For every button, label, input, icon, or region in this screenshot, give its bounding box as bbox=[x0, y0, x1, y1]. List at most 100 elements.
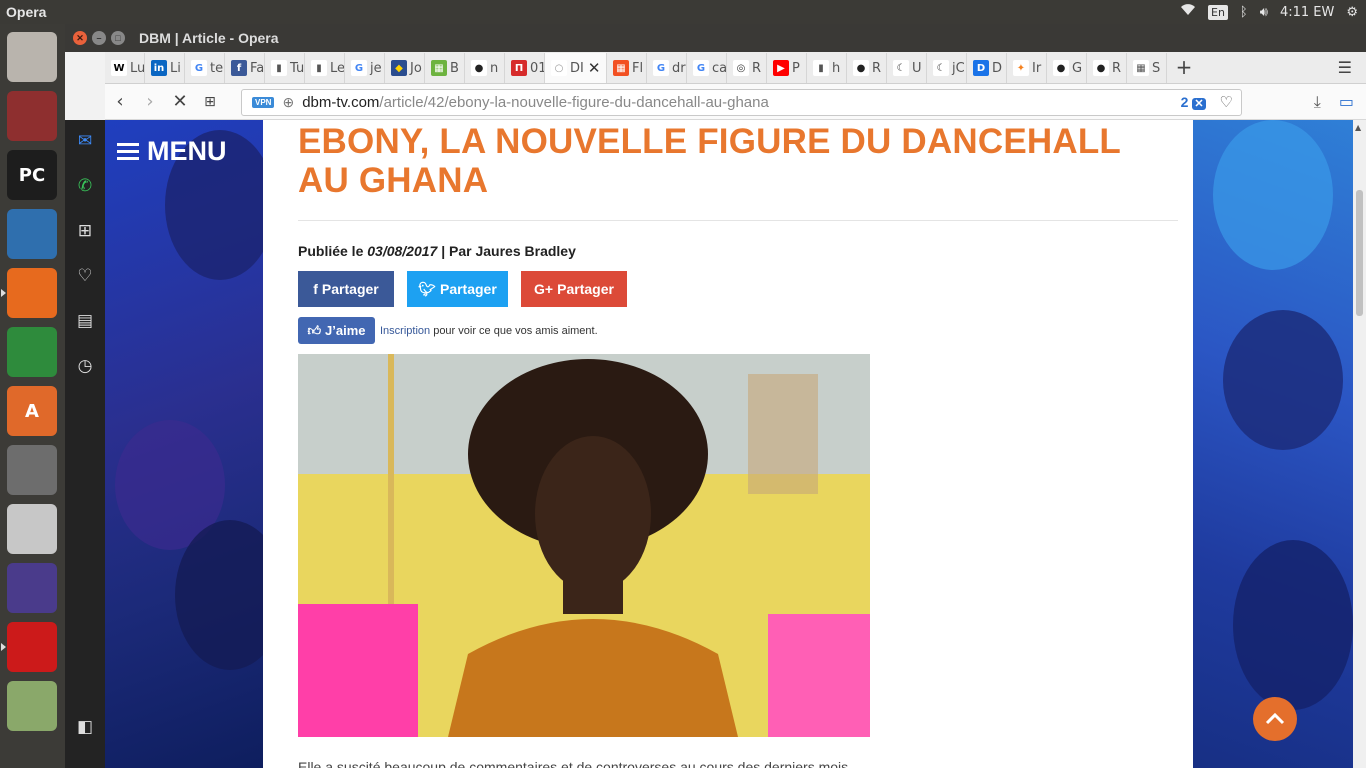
launcher-firefox-icon[interactable] bbox=[1, 268, 57, 318]
tab[interactable]: Gca bbox=[687, 53, 727, 83]
speed-dial-icon[interactable]: ⊞ bbox=[74, 220, 96, 242]
launcher-libreoffice-calc-icon[interactable] bbox=[7, 327, 57, 377]
wifi-icon[interactable] bbox=[1180, 4, 1196, 20]
tab-favicon-icon: ● bbox=[1053, 60, 1069, 76]
tab-favicon-icon: ◎ bbox=[733, 60, 749, 76]
speed-dial-grid-icon[interactable]: ⊞ bbox=[195, 94, 225, 110]
launcher-pycharm-icon[interactable]: PC bbox=[7, 150, 57, 200]
tab[interactable]: Gje bbox=[345, 53, 385, 83]
tab-label: jC bbox=[952, 60, 965, 76]
tab-favicon-icon: ● bbox=[471, 60, 487, 76]
launcher-ubuntu-dash-icon[interactable] bbox=[7, 32, 57, 82]
vpn-badge[interactable]: VPN bbox=[252, 97, 275, 108]
tab[interactable]: W Lu bbox=[105, 53, 145, 83]
launcher-opera-icon[interactable] bbox=[1, 622, 57, 672]
like-label: J’aime bbox=[325, 323, 366, 338]
tab[interactable]: ● G bbox=[1047, 53, 1087, 83]
tab[interactable]: ● R bbox=[847, 53, 887, 83]
whatsapp-icon[interactable]: ✆ bbox=[74, 175, 96, 197]
launcher-files-icon[interactable] bbox=[7, 91, 57, 141]
tab-label: ca bbox=[712, 60, 727, 76]
tab[interactable]: f Fa bbox=[225, 53, 265, 83]
launcher-workspace-switcher-icon[interactable] bbox=[7, 681, 57, 731]
tab-label: R bbox=[752, 60, 762, 76]
tab[interactable]: ▦ S bbox=[1127, 53, 1167, 83]
bookmarks-heart-icon[interactable]: ♡ bbox=[74, 265, 96, 287]
tab-favicon-icon: f bbox=[231, 60, 247, 76]
scrollbar-thumb[interactable] bbox=[1356, 190, 1363, 316]
tab[interactable]: ▮ Tu bbox=[265, 53, 305, 83]
launcher-software-center-icon[interactable]: A bbox=[7, 386, 57, 436]
tab[interactable]: ▮ h bbox=[807, 53, 847, 83]
maximize-window-icon[interactable]: □ bbox=[111, 31, 125, 45]
forward-button[interactable]: › bbox=[135, 91, 165, 112]
gear-icon[interactable]: ⚙ bbox=[1346, 5, 1358, 20]
tab[interactable]: ▶ P bbox=[767, 53, 807, 83]
heart-bookmark-icon[interactable]: ♡ bbox=[1220, 93, 1233, 111]
tab-favicon-icon: ▶ bbox=[773, 60, 789, 76]
facebook-share-button[interactable]: f Partager bbox=[298, 271, 394, 307]
tab[interactable]: in Li bbox=[145, 53, 185, 83]
tab-strip: W Lu in Li Gte f Fa ▮ Tu ▮ Le Gje ◆ Jo ▦ B ● n П 01 ○ DI ✕ ▦ Fl G… bbox=[105, 52, 1366, 84]
signup-link[interactable]: Inscription bbox=[380, 325, 430, 337]
tab-favicon-icon: in bbox=[151, 60, 167, 76]
page-scrollbar[interactable]: ▲ bbox=[1353, 120, 1366, 768]
close-window-icon[interactable]: ✕ bbox=[73, 31, 87, 45]
tab[interactable]: ● n bbox=[465, 53, 505, 83]
globe-icon[interactable]: ⊕ bbox=[282, 94, 294, 111]
tab[interactable]: ◎ R bbox=[727, 53, 767, 83]
tab-menu-icon[interactable]: ☰ bbox=[1338, 58, 1352, 77]
tab[interactable]: ✦ Ir bbox=[1007, 53, 1047, 83]
volume-icon[interactable]: 🔊︎ bbox=[1260, 5, 1268, 20]
menu-button[interactable]: MENU bbox=[117, 136, 227, 167]
twitter-share-button[interactable]: 🐦︎ Partager bbox=[407, 271, 508, 307]
tab[interactable]: ☾ U bbox=[887, 53, 927, 83]
google-plus-share-button[interactable]: G+ Partager bbox=[521, 271, 627, 307]
tab[interactable]: Gte bbox=[185, 53, 225, 83]
keyboard-layout-indicator[interactable]: En bbox=[1208, 4, 1228, 20]
launcher-system-settings-icon[interactable] bbox=[7, 445, 57, 495]
tab-favicon-icon: ☾ bbox=[933, 60, 949, 76]
launcher-libreoffice-writer-icon[interactable] bbox=[7, 209, 57, 259]
news-icon[interactable]: ▤ bbox=[74, 310, 96, 332]
tab[interactable]: DD bbox=[967, 53, 1007, 83]
download-icon[interactable]: ⤓ bbox=[1314, 92, 1321, 112]
tab[interactable]: П 01 bbox=[505, 53, 545, 83]
tab-favicon-icon: ◆ bbox=[391, 60, 407, 76]
tab-favicon-icon: ● bbox=[853, 60, 869, 76]
ad-blocker-badge[interactable]: 2 ✕ bbox=[1181, 94, 1206, 110]
scroll-up-arrow-icon[interactable]: ▲ bbox=[1355, 123, 1361, 132]
launcher-eclipse-icon[interactable] bbox=[7, 563, 57, 613]
tab-favicon-icon: ▮ bbox=[813, 60, 829, 76]
article-body: Elle a suscité beaucoup de commentaires … bbox=[298, 759, 849, 768]
article-byline: Publiée le 03/08/2017 | Par Jaures Bradl… bbox=[298, 243, 1178, 259]
tab-favicon-icon: D bbox=[973, 60, 989, 76]
byline-prefix: Publiée le bbox=[298, 243, 368, 259]
minimize-window-icon[interactable]: – bbox=[92, 31, 106, 45]
facebook-like-button[interactable]: 👍︎ J’aime bbox=[298, 317, 375, 344]
new-tab-button[interactable]: + bbox=[1167, 53, 1201, 83]
tab[interactable]: ● R bbox=[1087, 53, 1127, 83]
ad-blocker-icon: ✕ bbox=[1192, 98, 1206, 110]
clock[interactable]: 4:11 EW bbox=[1280, 5, 1334, 20]
tab-active[interactable]: ○ DI ✕ bbox=[545, 53, 607, 83]
tab[interactable]: ▮ Le bbox=[305, 53, 345, 83]
stop-loading-button[interactable]: ✕ bbox=[165, 91, 195, 112]
close-tab-icon[interactable]: ✕ bbox=[588, 59, 601, 77]
tab[interactable]: ▦ Fl bbox=[607, 53, 647, 83]
tab[interactable]: Gdr bbox=[647, 53, 687, 83]
tab[interactable]: ☾ jC bbox=[927, 53, 967, 83]
launcher-libreoffice-icon[interactable] bbox=[7, 504, 57, 554]
address-bar[interactable]: VPN ⊕ dbm-tv.com/article/42/ebony-la-nou… bbox=[241, 89, 1242, 116]
scroll-to-top-button[interactable] bbox=[1253, 697, 1297, 741]
back-button[interactable]: ‹ bbox=[105, 91, 135, 112]
tab[interactable]: ◆ Jo bbox=[385, 53, 425, 83]
bluetooth-icon[interactable]: ᛒ bbox=[1240, 5, 1248, 20]
tab[interactable]: ▦ B bbox=[425, 53, 465, 83]
tab-favicon-icon: ▦ bbox=[613, 60, 629, 76]
battery-icon[interactable]: ▭ bbox=[1339, 92, 1354, 112]
messenger-icon[interactable]: ✉ bbox=[74, 130, 96, 152]
sidebar-toggle-icon[interactable]: ◧ bbox=[74, 716, 96, 738]
byline-author: | Par Jaures Bradley bbox=[437, 243, 576, 259]
history-clock-icon[interactable]: ◷ bbox=[74, 355, 96, 377]
